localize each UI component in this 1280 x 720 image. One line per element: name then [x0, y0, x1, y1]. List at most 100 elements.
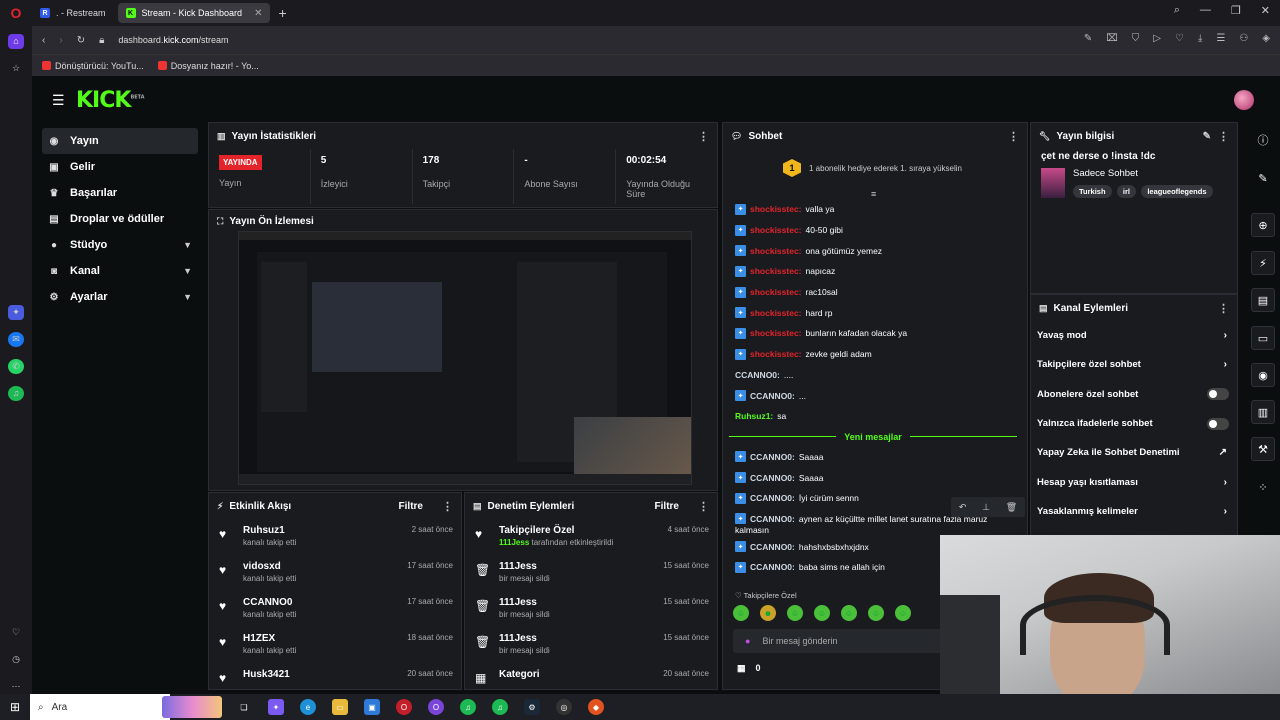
- copilot-icon[interactable]: ✦: [268, 699, 284, 715]
- chat-username[interactable]: CCANNO0:: [750, 542, 795, 552]
- camera-icon[interactable]: ⌧: [1106, 33, 1118, 44]
- url-field[interactable]: dashboard.kick.com/stream: [118, 35, 228, 45]
- bolt-icon[interactable]: ⚡︎: [1251, 251, 1275, 275]
- action-banned-words[interactable]: Yasaklanmış kelimeler ›: [1031, 497, 1237, 526]
- kebab-menu-icon[interactable]: ⋮: [1008, 130, 1019, 143]
- close-tab-icon[interactable]: ✕: [254, 8, 262, 19]
- tab-kick-dashboard[interactable]: K Stream - Kick Dashboard ✕: [117, 3, 271, 23]
- pin-icon[interactable]: ⊥: [982, 502, 990, 513]
- messenger-icon[interactable]: ✉: [8, 331, 24, 347]
- filter-button[interactable]: Filtre: [399, 501, 423, 512]
- wrench-icon[interactable]: ⚒: [1251, 437, 1275, 461]
- gift-sub-notice[interactable]: 1 1 abonelik hediye ederek 1. sıraya yüks…: [723, 149, 1027, 187]
- back-icon[interactable]: ‹: [42, 35, 45, 46]
- whatsapp-icon[interactable]: ✆: [8, 358, 24, 374]
- kebab-menu-icon[interactable]: ⋮: [698, 500, 709, 513]
- edit-icon[interactable]: ✎: [1203, 131, 1211, 142]
- kebab-menu-icon[interactable]: ⋮: [1218, 302, 1229, 315]
- edge-icon[interactable]: e: [300, 699, 316, 715]
- pencil-icon[interactable]: ✎: [1251, 166, 1275, 190]
- hamburger-menu-icon[interactable]: ☰: [52, 92, 65, 109]
- kick-logo[interactable]: KICKBETA: [76, 88, 145, 113]
- chat-username[interactable]: CCANNO0:: [750, 473, 795, 483]
- chat-username[interactable]: shockisstec:: [750, 225, 802, 235]
- nav-item-ayarlar[interactable]: ⚙ Ayarlar ▼: [42, 284, 198, 310]
- task-view-icon[interactable]: ❏: [236, 699, 252, 715]
- bookmark-item[interactable]: Dönüştürücü: YouTu...: [42, 61, 144, 71]
- layers-icon[interactable]: ▥: [1251, 400, 1275, 424]
- action-slow-mode[interactable]: Yavaş mod ›: [1031, 321, 1237, 350]
- chat-username[interactable]: shockisstec:: [750, 287, 802, 297]
- chat-username[interactable]: CCANNO0:: [750, 493, 795, 503]
- gift-icon[interactable]: ▦: [737, 663, 746, 674]
- user-avatar[interactable]: [1234, 90, 1254, 110]
- tag[interactable]: Turkish: [1073, 185, 1112, 198]
- broadcast-icon[interactable]: ◉: [1251, 363, 1275, 387]
- aria-icon[interactable]: ✦: [8, 305, 24, 320]
- tag[interactable]: irl: [1116, 185, 1136, 198]
- nav-item-studyo[interactable]: ● Stüdyo ▼: [42, 232, 198, 258]
- activity-user[interactable]: CCANNO0: [243, 597, 296, 608]
- chat-username[interactable]: CCANNO0:: [750, 562, 795, 572]
- reload-icon[interactable]: ↻: [77, 35, 85, 46]
- download-icon[interactable]: ⤓: [1198, 33, 1202, 44]
- chat-username[interactable]: CCANNO0:: [750, 391, 795, 401]
- chat-username[interactable]: CCANNO0:: [735, 370, 780, 380]
- chat-username[interactable]: shockisstec:: [750, 328, 802, 338]
- edit-icon[interactable]: ✎: [1084, 33, 1092, 44]
- brave-icon[interactable]: ◆: [588, 699, 604, 715]
- opera-menu-icon[interactable]: O: [0, 0, 32, 26]
- windows-start-icon[interactable]: ⊞: [0, 700, 30, 714]
- spotify-icon[interactable]: ♫: [460, 699, 476, 715]
- chat-username[interactable]: CCANNO0:: [750, 452, 795, 462]
- emote-icon[interactable]: ☺: [787, 605, 803, 621]
- chat-username[interactable]: shockisstec:: [750, 204, 802, 214]
- pinned-expand-icon[interactable]: ≡: [871, 189, 876, 199]
- filter-button[interactable]: Filtre: [655, 501, 679, 512]
- search-tabs-icon[interactable]: ⌕: [1174, 4, 1180, 17]
- maximize-icon[interactable]: ❐: [1231, 4, 1241, 17]
- chat-username[interactable]: shockisstec:: [750, 308, 802, 318]
- taskbar-search[interactable]: ⌕ Ara: [30, 694, 170, 720]
- activity-user[interactable]: H1ZEX: [243, 633, 296, 644]
- home-icon[interactable]: ⌂: [8, 34, 24, 49]
- nav-item-gelir[interactable]: ▣ Gelir: [42, 154, 198, 180]
- action-subscribers-only[interactable]: Abonelere özel sohbet: [1031, 380, 1237, 409]
- stream-preview-video[interactable]: [238, 231, 692, 485]
- action-ai-moderation[interactable]: Yapay Zeka ile Sohbet Denetimi ↗: [1031, 438, 1237, 467]
- activity-user[interactable]: Husk3421: [243, 669, 290, 680]
- chat-username[interactable]: shockisstec:: [750, 246, 802, 256]
- more-icon[interactable]: ⋯: [8, 679, 24, 694]
- activity-user[interactable]: Ruhsuz1: [243, 525, 296, 536]
- emote-icon[interactable]: ☺: [868, 605, 884, 621]
- target-icon[interactable]: ⊕: [1251, 213, 1275, 237]
- history-icon[interactable]: ◷: [8, 652, 24, 667]
- emotes-only-toggle[interactable]: [1207, 417, 1229, 430]
- activity-user[interactable]: vidosxd: [243, 561, 296, 572]
- emote-icon[interactable]: ☺: [841, 605, 857, 621]
- subscribers-only-toggle[interactable]: [1207, 388, 1229, 401]
- store-icon[interactable]: ▣: [364, 699, 380, 715]
- reply-icon[interactable]: ↶: [959, 502, 967, 513]
- file-explorer-icon[interactable]: ▭: [332, 699, 348, 715]
- grid-icon[interactable]: ⁘: [1251, 475, 1275, 499]
- action-account-age[interactable]: Hesap yaşı kısıtlaması ›: [1031, 467, 1237, 496]
- tab-restream[interactable]: R . - Restream: [32, 3, 114, 23]
- nav-item-basarilar[interactable]: ♛ Başarılar: [42, 180, 198, 206]
- opera-gx-icon[interactable]: O: [428, 699, 444, 715]
- emote-icon[interactable]: ☺: [895, 605, 911, 621]
- delete-icon[interactable]: 🗑︎: [1006, 502, 1017, 513]
- emote-icon[interactable]: ☺: [814, 605, 830, 621]
- microphone-icon[interactable]: ●: [745, 636, 750, 646]
- chat-username[interactable]: CCANNO0:: [750, 514, 795, 524]
- chat-input[interactable]: ● Bir mesaj gönderin: [733, 629, 943, 653]
- minimize-icon[interactable]: —: [1200, 4, 1211, 17]
- chat-bubble-icon[interactable]: ▭: [1251, 326, 1275, 350]
- bookmark-item[interactable]: Dosyanız hazır! - Yo...: [157, 61, 259, 71]
- profile-icon[interactable]: ⚇: [1239, 33, 1248, 44]
- info-icon[interactable]: ⓘ: [1251, 128, 1275, 152]
- list-icon[interactable]: ☰: [1216, 33, 1225, 44]
- heart-outline-icon[interactable]: ♡: [1175, 33, 1184, 44]
- document-icon[interactable]: ▤: [1251, 288, 1275, 312]
- obs-icon[interactable]: ◎: [556, 699, 572, 715]
